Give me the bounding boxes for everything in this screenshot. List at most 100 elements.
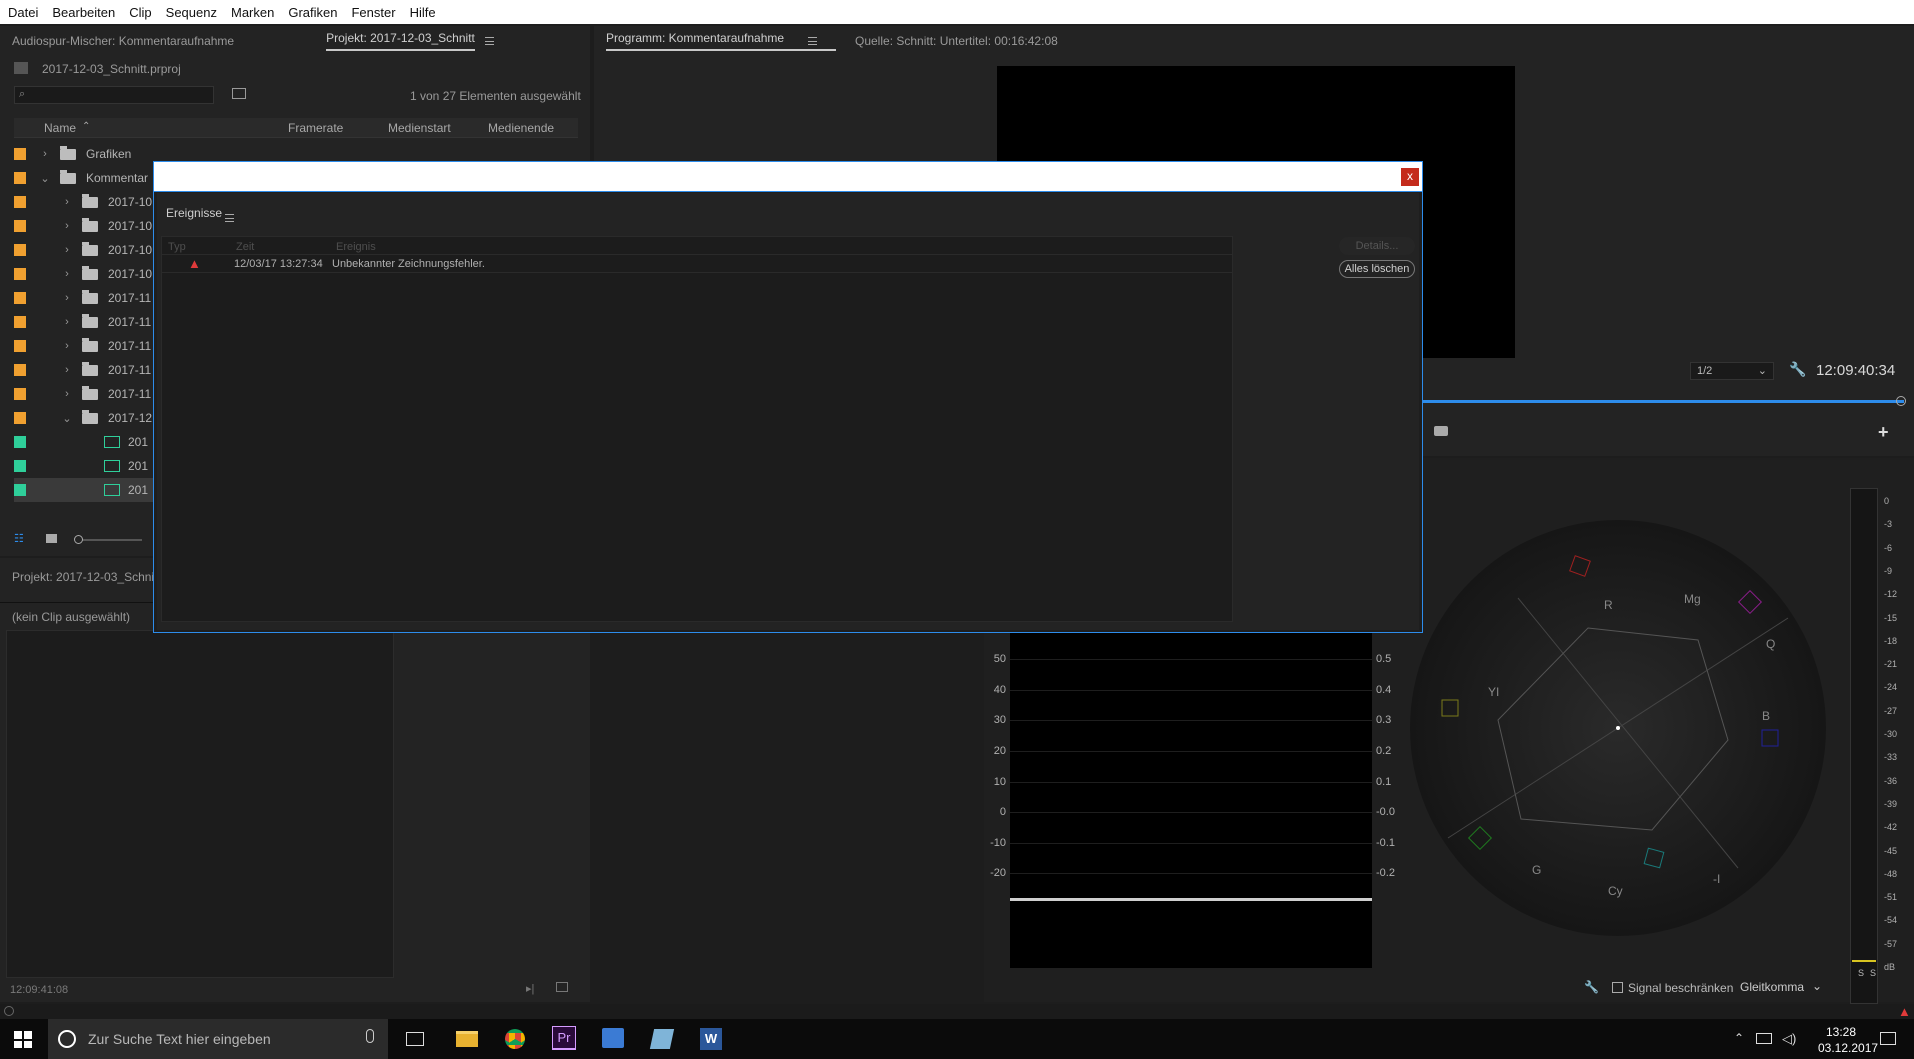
sort-ascending-icon[interactable]: ⌃	[82, 121, 90, 132]
label-color-swatch[interactable]	[14, 268, 26, 280]
label-color-swatch[interactable]	[14, 316, 26, 328]
item-label: 201	[128, 483, 149, 497]
chevron-down-icon[interactable]: ⌄	[62, 412, 72, 425]
wrench-icon[interactable]: 🔧	[1789, 361, 1806, 378]
chevron-right-icon[interactable]: ›	[62, 220, 72, 232]
playhead-end-handle[interactable]	[1896, 396, 1906, 406]
word-icon[interactable]: W	[700, 1028, 722, 1050]
menu-sequenz[interactable]: Sequenz	[166, 5, 217, 20]
new-bin-icon[interactable]	[232, 88, 246, 99]
chevron-right-icon[interactable]: ›	[62, 196, 72, 208]
chevron-right-icon[interactable]: ›	[40, 148, 50, 160]
meter-tick: -30	[1884, 729, 1898, 739]
clear-all-button[interactable]: Alles löschen	[1339, 260, 1415, 278]
chevron-right-icon[interactable]: ›	[62, 388, 72, 400]
meter-solo-right[interactable]: S	[1870, 968, 1876, 978]
menu-bearbeiten[interactable]: Bearbeiten	[52, 5, 115, 20]
chevron-right-icon[interactable]: ›	[62, 268, 72, 280]
tab-audio-mixer[interactable]: Audiospur-Mischer: Kommentaraufnahme	[12, 34, 234, 48]
search-input[interactable]: ⌕	[14, 86, 214, 104]
insert-icon[interactable]: ▸|	[526, 982, 534, 995]
label-color-swatch[interactable]	[14, 172, 26, 184]
zoom-slider[interactable]	[74, 535, 142, 544]
chevron-down-icon[interactable]: ⌄	[40, 172, 50, 185]
volume-icon[interactable]: ◁)	[1782, 1031, 1796, 1047]
windows-start-icon[interactable]	[14, 1031, 32, 1048]
export-icon[interactable]	[556, 982, 568, 992]
error-alert-icon[interactable]: ▲	[1898, 1004, 1911, 1019]
label-color-swatch[interactable]	[14, 148, 26, 160]
label-color-swatch[interactable]	[14, 244, 26, 256]
dialog-titlebar[interactable]	[154, 162, 1422, 192]
microphone-icon[interactable]	[366, 1029, 374, 1043]
add-button-icon[interactable]: +	[1878, 422, 1889, 443]
menu-grafiken[interactable]: Grafiken	[288, 5, 337, 20]
details-button[interactable]: Details...	[1339, 237, 1415, 255]
menu-clip[interactable]: Clip	[129, 5, 151, 20]
col-framerate[interactable]: Framerate	[288, 121, 343, 135]
taskbar-search-input[interactable]: Zur Suche Text hier eingeben	[88, 1031, 271, 1047]
label-color-swatch[interactable]	[14, 460, 26, 472]
zoom-slider-handle[interactable]	[74, 535, 83, 544]
label-color-swatch[interactable]	[14, 196, 26, 208]
chevron-right-icon[interactable]: ›	[62, 244, 72, 256]
label-color-swatch[interactable]	[14, 364, 26, 376]
premiere-pro-icon[interactable]: Pr	[552, 1026, 576, 1050]
menu-fenster[interactable]: Fenster	[351, 5, 395, 20]
scope-settings-icon[interactable]: 🔧	[1584, 980, 1599, 994]
status-icon[interactable]	[4, 1006, 14, 1016]
taskbar-search-box[interactable]: Zur Suche Text hier eingeben	[48, 1019, 388, 1059]
col-zeit[interactable]: Zeit	[236, 241, 254, 253]
clock-time[interactable]: 13:28	[1826, 1025, 1856, 1039]
remote-desktop-icon[interactable]	[602, 1028, 624, 1048]
dialog-close-button[interactable]: x	[1401, 168, 1419, 186]
program-timecode: 12:09:40:34	[1816, 362, 1896, 379]
menu-datei[interactable]: Datei	[8, 5, 38, 20]
event-row[interactable]: ▲ 12/03/17 13:27:34 Unbekannter Zeichnun…	[162, 255, 1232, 273]
col-medienstart[interactable]: Medienstart	[388, 121, 451, 135]
warning-icon: ▲	[188, 256, 201, 271]
col-ereignis[interactable]: Ereignis	[336, 241, 376, 253]
label-color-swatch[interactable]	[14, 220, 26, 232]
label-color-swatch[interactable]	[14, 436, 26, 448]
waveform-right-tick: 0.1	[1376, 775, 1392, 788]
file-explorer-icon[interactable]	[456, 1031, 478, 1047]
task-view-icon[interactable]	[406, 1032, 424, 1046]
panel-menu-icon[interactable]	[484, 37, 494, 45]
label-color-swatch[interactable]	[14, 388, 26, 400]
chevron-right-icon[interactable]: ›	[62, 316, 72, 328]
label-color-swatch[interactable]	[14, 484, 26, 496]
waveform-right-tick: 0.3	[1376, 714, 1392, 727]
chevron-right-icon[interactable]: ›	[62, 340, 72, 352]
chevron-right-icon[interactable]: ›	[62, 364, 72, 376]
events-menu-icon[interactable]	[225, 213, 234, 222]
label-color-swatch[interactable]	[14, 340, 26, 352]
precision-select[interactable]: Gleitkomma ⌄	[1736, 978, 1826, 996]
menu-marken[interactable]: Marken	[231, 5, 274, 20]
tab-program[interactable]: Programm: Kommentaraufnahme	[606, 31, 836, 51]
tray-chevron-up-icon[interactable]: ⌃	[1734, 1031, 1744, 1045]
network-icon[interactable]	[1756, 1033, 1772, 1044]
menu-hilfe[interactable]: Hilfe	[410, 5, 436, 20]
label-color-swatch[interactable]	[14, 412, 26, 424]
col-medienende[interactable]: Medienende	[488, 121, 554, 135]
tab-source[interactable]: Quelle: Schnitt: Untertitel: 00:16:42:08	[855, 34, 1058, 48]
resolution-select[interactable]: 1/2 ⌄	[1690, 362, 1774, 380]
chrome-icon[interactable]	[505, 1029, 525, 1049]
signal-limit-checkbox[interactable]	[1612, 982, 1623, 993]
clock-date[interactable]: 03.12.2017	[1818, 1041, 1878, 1055]
action-center-icon[interactable]	[1880, 1032, 1896, 1045]
list-view-icon[interactable]: ☷	[14, 534, 30, 545]
waveform-gridline	[1010, 781, 1372, 783]
tab-project[interactable]: Projekt: 2017-12-03_Schnitt	[326, 31, 475, 51]
app-icon-generic[interactable]	[649, 1029, 675, 1049]
meter-solo-left[interactable]: S	[1858, 968, 1864, 978]
icon-view-icon[interactable]	[46, 534, 57, 543]
col-name[interactable]: Name	[44, 121, 76, 135]
bottom-project-tab[interactable]: Projekt: 2017-12-03_Schnitt	[12, 570, 161, 584]
col-typ[interactable]: Typ	[168, 241, 186, 253]
label-color-swatch[interactable]	[14, 292, 26, 304]
camera-icon[interactable]	[1434, 426, 1448, 436]
program-menu-icon[interactable]	[808, 37, 817, 45]
chevron-right-icon[interactable]: ›	[62, 292, 72, 304]
